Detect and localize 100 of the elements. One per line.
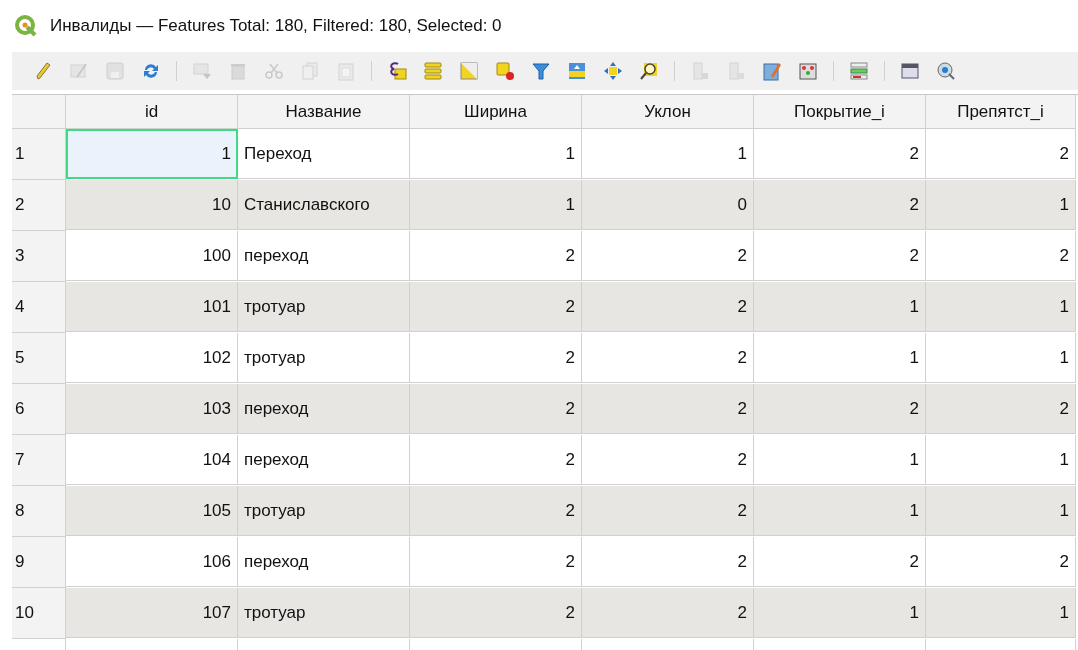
table-cell: 2 [582,486,754,536]
magnifier-icon [639,61,659,81]
table-cell: 104 [66,435,238,485]
invert-selection-icon [459,61,479,81]
column-header[interactable]: Препятст_i [926,95,1076,129]
conditional-format-icon [798,61,818,81]
table-cell: 2 [926,384,1076,434]
table-cell: 1 [754,282,926,332]
expression-select-icon [387,61,407,81]
toolbar-button[interactable] [935,60,957,82]
table-cell: переход [238,435,410,485]
table-cell: 106 [66,537,238,587]
toolbar-button[interactable] [797,60,819,82]
table-cell: 2 [410,435,582,485]
table-cell: 1 [754,435,926,485]
table-cell: Станиславского [238,180,410,230]
toolbar-button[interactable] [494,60,516,82]
table-cell: 1 [410,129,582,179]
row-header[interactable]: 3 [12,231,66,282]
refresh-icon [141,61,161,81]
row-header[interactable]: 5 [12,333,66,384]
table-cell: 2 [754,384,926,434]
table-cell: тротуар [238,486,410,536]
table-cell: 2 [582,384,754,434]
row-header[interactable]: 9 [12,537,66,588]
table-cell: 102 [66,333,238,383]
actions-list-icon [849,61,869,81]
toolbar-button[interactable] [602,60,624,82]
table-cell: Переход [238,129,410,179]
table-cell: 1 [926,486,1076,536]
column-header[interactable]: Покрытие_i [754,95,926,129]
row-header[interactable]: 2 [12,180,66,231]
table-cell: 1 [754,486,926,536]
trash-icon [228,61,248,81]
table-cell: переход [238,537,410,587]
table-cell: тротуар [238,282,410,332]
table-cell: 2 [410,231,582,281]
table-cell: 1 [66,129,238,179]
table-cell: 2 [582,282,754,332]
filter-icon [531,61,551,81]
table-cell: переход [238,231,410,281]
select-all-icon [423,61,443,81]
app-logo-icon [14,14,38,38]
table-cell: 0 [582,180,754,230]
move-to-top-icon [567,61,587,81]
table-cell: 2 [754,231,926,281]
table-cell: 2 [926,231,1076,281]
table-cell: 1 [754,588,926,638]
table-cell: 2 [582,537,754,587]
table-cell: 2 [582,231,754,281]
table-cell: 2 [582,588,754,638]
table-cell: 1 [926,180,1076,230]
table-cell: 2 [410,384,582,434]
table-cell: 1 [926,333,1076,383]
row-header[interactable]: 10 [12,588,66,639]
row-header[interactable]: 8 [12,486,66,537]
scissors-icon [264,61,284,81]
table-cell: 1 [582,129,754,179]
row-header[interactable]: 4 [12,282,66,333]
toolbar-button[interactable] [848,60,870,82]
table-cell: 2 [754,180,926,230]
table-cell: 1 [926,588,1076,638]
column-header[interactable]: id [66,95,238,129]
table-cell: 1 [754,333,926,383]
table-cell: 2 [582,435,754,485]
column-header[interactable]: Ширина [410,95,582,129]
table-cell: 100 [66,231,238,281]
table-cell: 2 [754,537,926,587]
deselect-icon [495,61,515,81]
table-cell: тротуар [238,333,410,383]
table-cell: 105 [66,486,238,536]
toolbar-button[interactable] [530,60,552,82]
column-header[interactable]: Уклон [582,95,754,129]
row-header[interactable]: 6 [12,384,66,435]
table-cell: 2 [410,282,582,332]
table-cell: 1 [410,180,582,230]
copy-icon [300,61,320,81]
field-calculator-icon [762,61,782,81]
column-header[interactable]: Название [238,95,410,129]
table-cell: 1 [926,282,1076,332]
table-cell: 10 [66,180,238,230]
table-add-icon [192,61,212,81]
table-cell: 2 [582,333,754,383]
table-cell: 2 [926,129,1076,179]
table-cell: 2 [410,333,582,383]
row-header[interactable]: 7 [12,435,66,486]
table-pencil-icon [69,61,89,81]
window-icon [900,61,920,81]
table-cell: 107 [66,588,238,638]
toolbar-button[interactable] [899,60,921,82]
table-cell: переход [238,384,410,434]
table-cell: 2 [410,486,582,536]
row-header[interactable]: 1 [12,129,66,180]
table-cell: 2 [410,537,582,587]
delete-column-icon [726,61,746,81]
table-cell: 2 [410,588,582,638]
window-title: Инвалиды — Features Total: 180, Filtered: 180, Selected: 0 [50,16,502,36]
pan-arrows-icon [603,61,623,81]
toolbar-button[interactable] [638,60,660,82]
new-column-icon [690,61,710,81]
